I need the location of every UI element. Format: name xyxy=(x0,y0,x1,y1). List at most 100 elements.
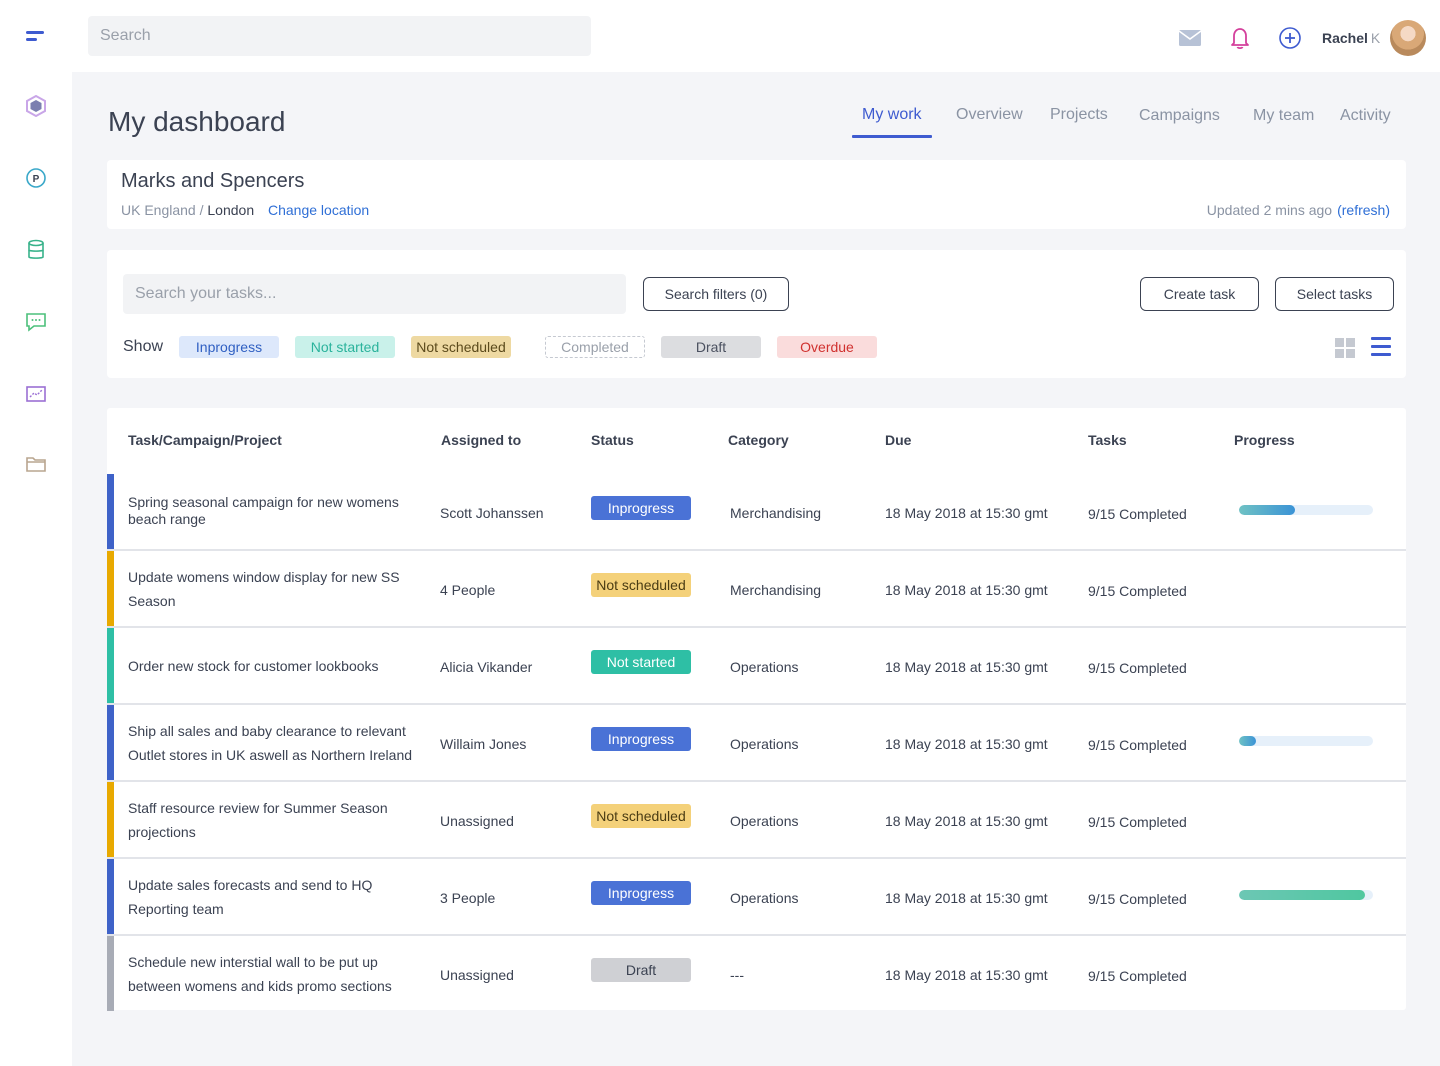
status-badge: Inprogress xyxy=(591,881,691,905)
assigned-to: Unassigned xyxy=(440,813,514,829)
row-status-bar xyxy=(107,474,114,549)
column-header-due[interactable]: Due xyxy=(885,432,911,448)
company-card: Marks and Spencers UK England / London C… xyxy=(107,160,1406,229)
category: Operations xyxy=(730,813,799,829)
status-badge: Inprogress xyxy=(591,496,691,520)
due-date: 18 May 2018 at 15:30 gmt xyxy=(885,582,1048,598)
assigned-to: Alicia Vikander xyxy=(440,659,533,675)
category: --- xyxy=(730,967,744,983)
svg-text:P: P xyxy=(33,174,40,185)
chat-icon[interactable] xyxy=(22,308,50,336)
menu-icon[interactable] xyxy=(22,22,50,50)
tab-my-work[interactable]: My work xyxy=(862,106,922,124)
task-count: 9/15 Completed xyxy=(1088,583,1187,599)
due-date: 18 May 2018 at 15:30 gmt xyxy=(885,659,1048,675)
filter-chip-not-scheduled[interactable]: Not scheduled xyxy=(411,336,511,358)
grid-view-icon[interactable] xyxy=(1335,338,1355,358)
filter-chip-inprogress[interactable]: Inprogress xyxy=(179,336,279,358)
task-count: 9/15 Completed xyxy=(1088,506,1187,522)
table-row[interactable]: Staff resource review for Summer Season … xyxy=(107,782,1406,859)
filter-chip-completed[interactable]: Completed xyxy=(545,336,645,358)
user-last-initial: K xyxy=(1370,30,1381,46)
parking-icon[interactable]: P xyxy=(22,164,50,192)
tab-my-team[interactable]: My team xyxy=(1253,107,1314,125)
column-header-status[interactable]: Status xyxy=(591,432,634,448)
row-status-bar xyxy=(107,705,114,780)
chart-icon[interactable] xyxy=(22,380,50,408)
status-badge: Not scheduled xyxy=(591,573,691,597)
task-title[interactable]: Order new stock for customer lookbooks xyxy=(128,654,418,678)
row-status-bar xyxy=(107,782,114,857)
task-title[interactable]: Staff resource review for Summer Season … xyxy=(128,796,418,844)
row-status-bar xyxy=(107,628,114,703)
task-title[interactable]: Update sales forecasts and send to HQ Re… xyxy=(128,873,418,921)
table-header: Task/Campaign/Project Assigned to Status… xyxy=(107,408,1406,474)
task-title[interactable]: Schedule new interstial wall to be put u… xyxy=(128,950,418,998)
location-city: London xyxy=(207,202,255,218)
table-row[interactable]: Order new stock for customer lookbooks Al… xyxy=(107,628,1406,705)
task-title[interactable]: Ship all sales and baby clearance to rel… xyxy=(128,719,418,767)
progress-bar-fill xyxy=(1239,890,1365,900)
task-count: 9/15 Completed xyxy=(1088,814,1187,830)
topbar: RachelK xyxy=(72,0,1440,72)
task-count: 9/15 Completed xyxy=(1088,968,1187,984)
table-row[interactable]: Schedule new interstial wall to be put u… xyxy=(107,936,1406,1013)
progress-bar-fill xyxy=(1239,736,1257,746)
global-search-input[interactable] xyxy=(88,16,591,56)
create-task-button[interactable]: Create task xyxy=(1140,277,1259,311)
assigned-to: 3 People xyxy=(440,890,496,906)
hexagon-icon[interactable] xyxy=(22,92,50,120)
avatar[interactable] xyxy=(1390,20,1426,56)
task-count: 9/15 Completed xyxy=(1088,660,1187,676)
tab-projects[interactable]: Projects xyxy=(1050,106,1108,124)
bell-icon[interactable] xyxy=(1228,26,1252,50)
table-row[interactable]: Update womens window display for new SS … xyxy=(107,551,1406,628)
status-badge: Not started xyxy=(591,650,691,674)
progress-bar xyxy=(1239,890,1373,900)
due-date: 18 May 2018 at 15:30 gmt xyxy=(885,736,1048,752)
location: UK England / London Change location xyxy=(121,202,369,218)
table-row[interactable]: Spring seasonal campaign for new womens … xyxy=(107,474,1406,551)
row-status-bar xyxy=(107,859,114,934)
task-search-input[interactable] xyxy=(123,274,626,314)
filter-card: Search filters (0) Create task Select ta… xyxy=(107,250,1406,378)
filter-chip-draft[interactable]: Draft xyxy=(661,336,761,358)
column-header-tasks[interactable]: Tasks xyxy=(1088,432,1127,448)
assigned-to: Unassigned xyxy=(440,967,514,983)
database-icon[interactable] xyxy=(22,236,50,264)
row-status-bar xyxy=(107,936,114,1011)
due-date: 18 May 2018 at 15:30 gmt xyxy=(885,967,1048,983)
filter-chip-overdue[interactable]: Overdue xyxy=(777,336,877,358)
search-filters-button[interactable]: Search filters (0) xyxy=(643,277,789,311)
user-name[interactable]: Rachel K xyxy=(1322,30,1380,46)
filter-chip-not-started[interactable]: Not started xyxy=(295,336,395,358)
category: Merchandising xyxy=(730,505,822,521)
last-updated: Updated 2 mins ago (refresh) xyxy=(1207,202,1390,218)
task-title[interactable]: Spring seasonal campaign for new womens … xyxy=(128,494,418,528)
tab-campaigns[interactable]: Campaigns xyxy=(1139,107,1220,125)
table-row[interactable]: Update sales forecasts and send to HQ Re… xyxy=(107,859,1406,936)
category: Operations xyxy=(730,659,799,675)
task-table: Task/Campaign/Project Assigned to Status… xyxy=(107,408,1406,1013)
assigned-to: 4 People xyxy=(440,582,496,598)
progress-bar xyxy=(1239,505,1373,515)
list-view-icon[interactable] xyxy=(1371,337,1391,357)
refresh-link[interactable]: (refresh) xyxy=(1337,202,1390,218)
tab-overview[interactable]: Overview xyxy=(956,106,1023,124)
column-header-progress[interactable]: Progress xyxy=(1234,432,1295,448)
column-header-task[interactable]: Task/Campaign/Project xyxy=(128,432,282,448)
column-header-category[interactable]: Category xyxy=(728,432,789,448)
add-circle-icon[interactable] xyxy=(1278,26,1302,50)
status-badge: Draft xyxy=(591,958,691,982)
assigned-to: Willaim Jones xyxy=(440,736,527,752)
mail-icon[interactable] xyxy=(1178,26,1202,50)
change-location-link[interactable]: Change location xyxy=(268,202,369,218)
select-tasks-button[interactable]: Select tasks xyxy=(1275,277,1394,311)
tab-activity[interactable]: Activity xyxy=(1340,107,1391,125)
table-row[interactable]: Ship all sales and baby clearance to rel… xyxy=(107,705,1406,782)
column-header-assigned[interactable]: Assigned to xyxy=(441,432,521,448)
assigned-to: Scott Johanssen xyxy=(440,505,544,521)
task-title[interactable]: Update womens window display for new SS … xyxy=(128,565,418,613)
category: Merchandising xyxy=(730,582,822,598)
folder-icon[interactable] xyxy=(22,450,50,478)
